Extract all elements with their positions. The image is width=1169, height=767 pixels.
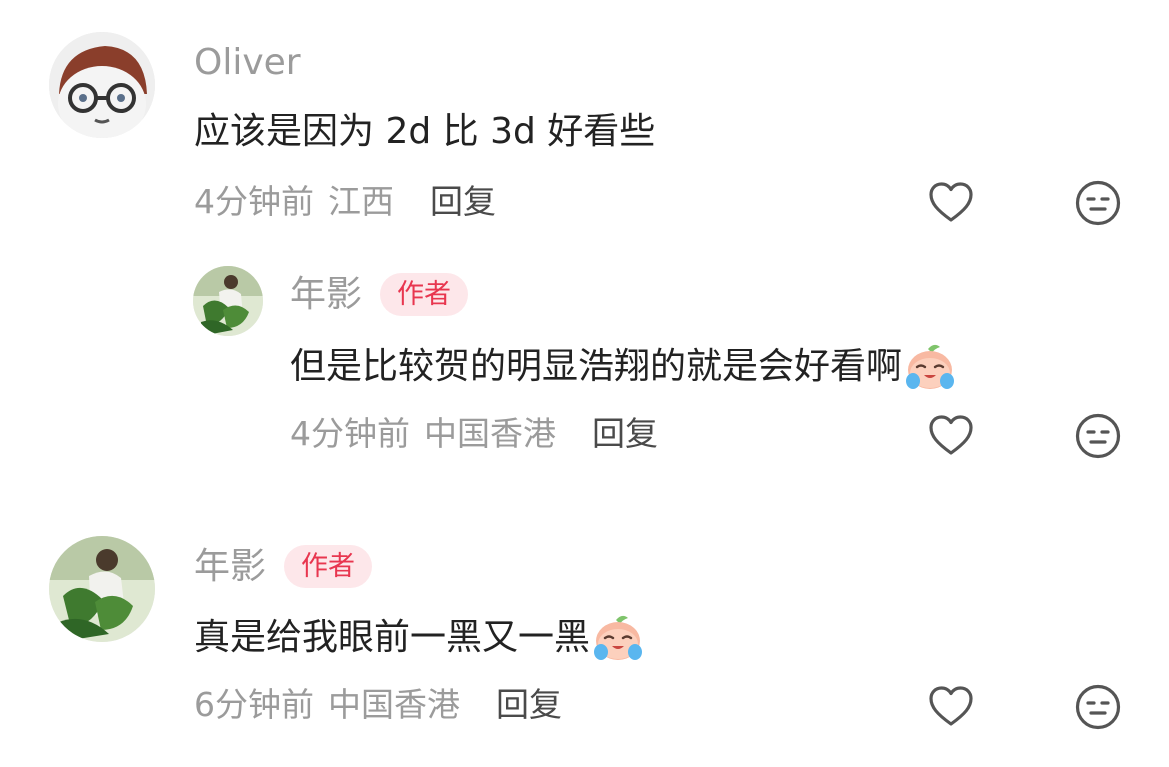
username[interactable]: Oliver: [194, 45, 301, 81]
name-row: 年影 作者: [290, 273, 469, 316]
location: 中国香港: [424, 414, 556, 453]
neutral-face-icon[interactable]: [1074, 179, 1122, 227]
username[interactable]: 年影: [290, 276, 362, 313]
avatar[interactable]: [49, 536, 155, 642]
avatar-image: [193, 266, 263, 336]
neutral-face-icon[interactable]: [1074, 412, 1122, 460]
reply-button[interactable]: 回复: [430, 185, 496, 218]
avatar-image: [49, 32, 155, 138]
username[interactable]: 年影: [194, 548, 266, 585]
crying-peach-emoji: [904, 343, 956, 391]
comment-text: 应该是因为 2d 比 3d 好看些: [194, 111, 656, 152]
neutral-face-icon[interactable]: [1074, 683, 1122, 731]
comment-meta: 4分钟前 中国香港 回复: [290, 417, 658, 450]
avatar-image: [49, 536, 155, 642]
name-row: 年影 作者: [194, 545, 373, 588]
comment-meta: 6分钟前 中国香港 回复: [194, 688, 562, 721]
comment-meta: 4分钟前 江西 回复: [194, 185, 496, 218]
timestamp: 6分钟前: [194, 685, 314, 724]
crying-peach-emoji: [592, 614, 644, 662]
timestamp: 4分钟前: [290, 414, 410, 453]
author-badge: 作者: [284, 545, 373, 588]
heart-icon[interactable]: [927, 683, 975, 731]
location: 中国香港: [328, 685, 460, 724]
author-badge: 作者: [380, 273, 469, 316]
comment-text: 真是给我眼前一黑又一黑: [194, 614, 644, 662]
comment-text: 但是比较贺的明显浩翔的就是会好看啊: [290, 343, 956, 391]
reply-button[interactable]: 回复: [496, 688, 562, 721]
location: 江西: [328, 182, 394, 221]
comment-text-content: 真是给我眼前一黑又一黑: [194, 617, 591, 658]
comment-text-content: 但是比较贺的明显浩翔的就是会好看啊: [290, 346, 903, 387]
timestamp: 4分钟前: [194, 182, 314, 221]
avatar[interactable]: [49, 32, 155, 138]
name-row: Oliver: [194, 45, 301, 81]
heart-icon[interactable]: [927, 412, 975, 460]
reply-button[interactable]: 回复: [592, 417, 658, 450]
avatar[interactable]: [193, 266, 263, 336]
heart-icon[interactable]: [927, 179, 975, 227]
